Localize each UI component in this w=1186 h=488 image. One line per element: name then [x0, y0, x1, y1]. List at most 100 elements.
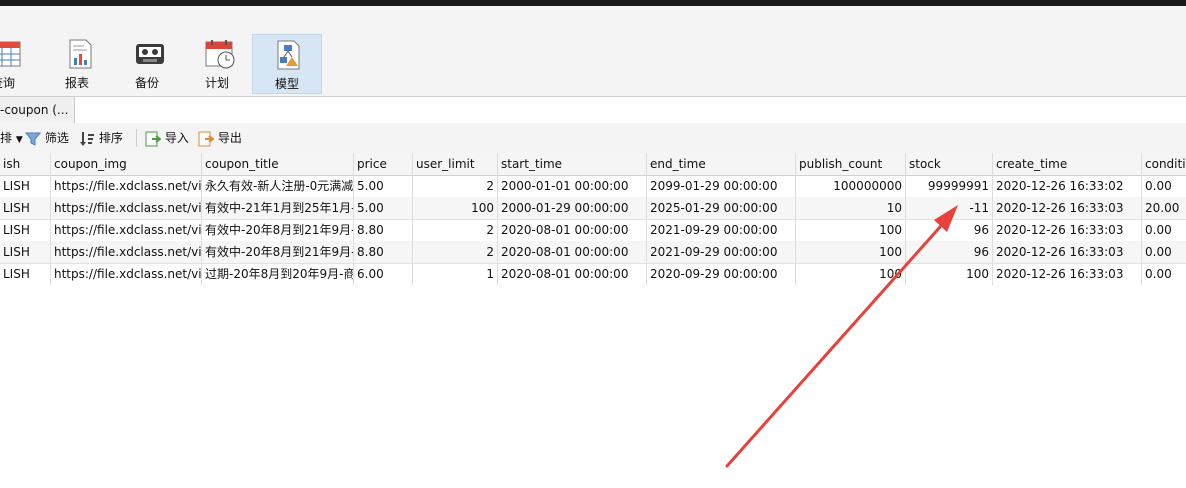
table-row[interactable]: LISH https://file.xdclass.net/vid 有效中-20年8…	[0, 241, 1186, 264]
main-ribbon: 查询 报表 备份 计划	[0, 6, 1186, 96]
sort-icon	[80, 131, 94, 146]
table-row[interactable]: LISH https://file.xdclass.net/vid 有效中-20年8…	[0, 219, 1186, 242]
export-button[interactable]: 导出	[198, 123, 242, 153]
table-cell-user-limit[interactable]: 2	[413, 175, 498, 197]
column-header-stock[interactable]: stock	[906, 153, 993, 175]
sort-button[interactable]: 排序	[79, 123, 123, 153]
column-header-price[interactable]: price	[354, 153, 413, 175]
column-header-start-time[interactable]: start_time	[498, 153, 647, 175]
table-cell-end-time[interactable]: 2021-09-29 00:00:00	[647, 219, 796, 241]
table-cell-coupon-title[interactable]: 永久有效-新人注册-0元满减	[202, 175, 354, 197]
table-cell-price[interactable]: 5.00	[354, 175, 413, 197]
ribbon-backup-button[interactable]: 备份	[116, 34, 178, 94]
table-cell-price[interactable]: 5.00	[354, 197, 413, 219]
table-cell-price[interactable]: 8.80	[354, 241, 413, 263]
table-row[interactable]: LISH https://file.xdclass.net/vid 过期-20年8月…	[0, 263, 1186, 285]
table-cell-stock[interactable]: 99999991	[906, 175, 993, 197]
column-header-user-limit[interactable]: user_limit	[413, 153, 498, 175]
toolbar-divider	[136, 129, 137, 147]
table-cell-stock[interactable]: 96	[906, 241, 993, 263]
data-grid: ish coupon_img coupon_title price user_limit…	[0, 153, 1186, 285]
column-header-ish[interactable]: ish	[0, 153, 51, 175]
query-table-icon	[0, 41, 21, 67]
table-cell-user-limit[interactable]: 100	[413, 197, 498, 219]
table-cell-price[interactable]: 8.80	[354, 219, 413, 241]
table-cell-conditio[interactable]: 0.00	[1142, 219, 1186, 241]
table-cell-create-time[interactable]: 2020-12-26 16:33:03	[993, 219, 1142, 241]
table-cell-create-time[interactable]: 2020-12-26 16:33:03	[993, 241, 1142, 263]
ribbon-query-button[interactable]: 查询	[0, 34, 34, 94]
table-cell-publish-count[interactable]: 100000000	[796, 175, 906, 197]
ribbon-model-label: 模型	[274, 77, 299, 91]
ribbon-report-button[interactable]: 报表	[46, 34, 108, 94]
table-cell-start-time[interactable]: 2000-01-29 00:00:00	[498, 197, 647, 219]
table-cell-coupon-img[interactable]: https://file.xdclass.net/vid	[51, 219, 202, 241]
export-icon	[198, 131, 215, 146]
column-header-publish-count[interactable]: publish_count	[796, 153, 906, 175]
table-row[interactable]: LISH https://file.xdclass.net/vid 永久有效-新人注…	[0, 175, 1186, 198]
dropdown-arrow-icon: ▼	[15, 135, 23, 145]
table-cell-create-time[interactable]: 2020-12-26 16:33:03	[993, 263, 1142, 285]
table-cell-conditio[interactable]: 20.00	[1142, 197, 1186, 219]
sort-menu-button[interactable]: 排 ▼	[0, 123, 23, 153]
ribbon-report-label: 报表	[64, 76, 89, 90]
table-cell-coupon-img[interactable]: https://file.xdclass.net/vid	[51, 241, 202, 263]
column-header-conditio[interactable]: conditio	[1142, 153, 1186, 175]
table-cell-conditio[interactable]: 0.00	[1142, 263, 1186, 285]
column-header-coupon-img[interactable]: coupon_img	[51, 153, 202, 175]
object-tab-bar: -coupon (...	[0, 96, 1186, 124]
column-header-coupon-title[interactable]: coupon_title	[202, 153, 354, 175]
table-cell-create-time[interactable]: 2020-12-26 16:33:03	[993, 197, 1142, 219]
table-cell-user-limit[interactable]: 1	[413, 263, 498, 285]
ribbon-model-button[interactable]: 模型	[252, 34, 322, 94]
table-cell-coupon-title[interactable]: 有效中-21年1月到25年1月-	[202, 197, 354, 219]
table-cell-stock[interactable]: -11	[906, 197, 993, 219]
table-cell-end-time[interactable]: 2021-09-29 00:00:00	[647, 241, 796, 263]
table-cell-coupon-img[interactable]: https://file.xdclass.net/vid	[51, 263, 202, 285]
table-cell-start-time[interactable]: 2000-01-01 00:00:00	[498, 175, 647, 197]
table-cell-end-time[interactable]: 2025-01-29 00:00:00	[647, 197, 796, 219]
sort-label: 排序	[98, 131, 123, 145]
table-cell-start-time[interactable]: 2020-08-01 00:00:00	[498, 219, 647, 241]
tab-coupon-table[interactable]: -coupon (...	[0, 97, 75, 123]
table-cell-start-time[interactable]: 2020-08-01 00:00:00	[498, 241, 647, 263]
table-cell-coupon-img[interactable]: https://file.xdclass.net/vid	[51, 175, 202, 197]
table-cell-price[interactable]: 6.00	[354, 263, 413, 285]
data-toolbar: 排 ▼ 筛选 排序 导入 导出	[0, 123, 1186, 153]
table-row[interactable]: LISH https://file.xdclass.net/vid 有效中-21年1…	[0, 197, 1186, 220]
table-cell-conditio[interactable]: 0.00	[1142, 175, 1186, 197]
table-cell-end-time[interactable]: 2099-01-29 00:00:00	[647, 175, 796, 197]
table-cell-stock[interactable]: 96	[906, 219, 993, 241]
column-header-end-time[interactable]: end_time	[647, 153, 796, 175]
import-icon	[145, 131, 162, 146]
table-cell-stock[interactable]: 100	[906, 263, 993, 285]
export-label: 导出	[217, 131, 242, 145]
table-cell-ish[interactable]: LISH	[0, 263, 51, 285]
table-cell-publish-count[interactable]: 100	[796, 263, 906, 285]
table-cell-publish-count[interactable]: 100	[796, 219, 906, 241]
table-cell-ish[interactable]: LISH	[0, 175, 51, 197]
sort-menu-label: 排	[0, 131, 13, 145]
ribbon-schedule-button[interactable]: 计划	[186, 34, 248, 94]
table-cell-ish[interactable]: LISH	[0, 241, 51, 263]
table-cell-user-limit[interactable]: 2	[413, 219, 498, 241]
table-cell-coupon-title[interactable]: 有效中-20年8月到21年9月-	[202, 219, 354, 241]
column-header-create-time[interactable]: create_time	[993, 153, 1142, 175]
table-cell-create-time[interactable]: 2020-12-26 16:33:02	[993, 175, 1142, 197]
table-cell-coupon-title[interactable]: 过期-20年8月到20年9月-商	[202, 263, 354, 285]
table-cell-user-limit[interactable]: 2	[413, 241, 498, 263]
filter-label: 筛选	[44, 131, 69, 145]
table-cell-coupon-title[interactable]: 有效中-20年8月到21年9月-	[202, 241, 354, 263]
table-cell-ish[interactable]: LISH	[0, 219, 51, 241]
table-cell-conditio[interactable]: 0.00	[1142, 241, 1186, 263]
model-icon	[277, 40, 300, 70]
table-cell-end-time[interactable]: 2020-09-29 00:00:00	[647, 263, 796, 285]
filter-button[interactable]: 筛选	[24, 123, 69, 153]
table-cell-start-time[interactable]: 2020-08-01 00:00:00	[498, 263, 647, 285]
table-cell-publish-count[interactable]: 10	[796, 197, 906, 219]
table-cell-ish[interactable]: LISH	[0, 197, 51, 219]
import-button[interactable]: 导入	[145, 123, 189, 153]
grid-header-row: ish coupon_img coupon_title price user_limit…	[0, 153, 1186, 176]
table-cell-publish-count[interactable]: 100	[796, 241, 906, 263]
table-cell-coupon-img[interactable]: https://file.xdclass.net/vid	[51, 197, 202, 219]
